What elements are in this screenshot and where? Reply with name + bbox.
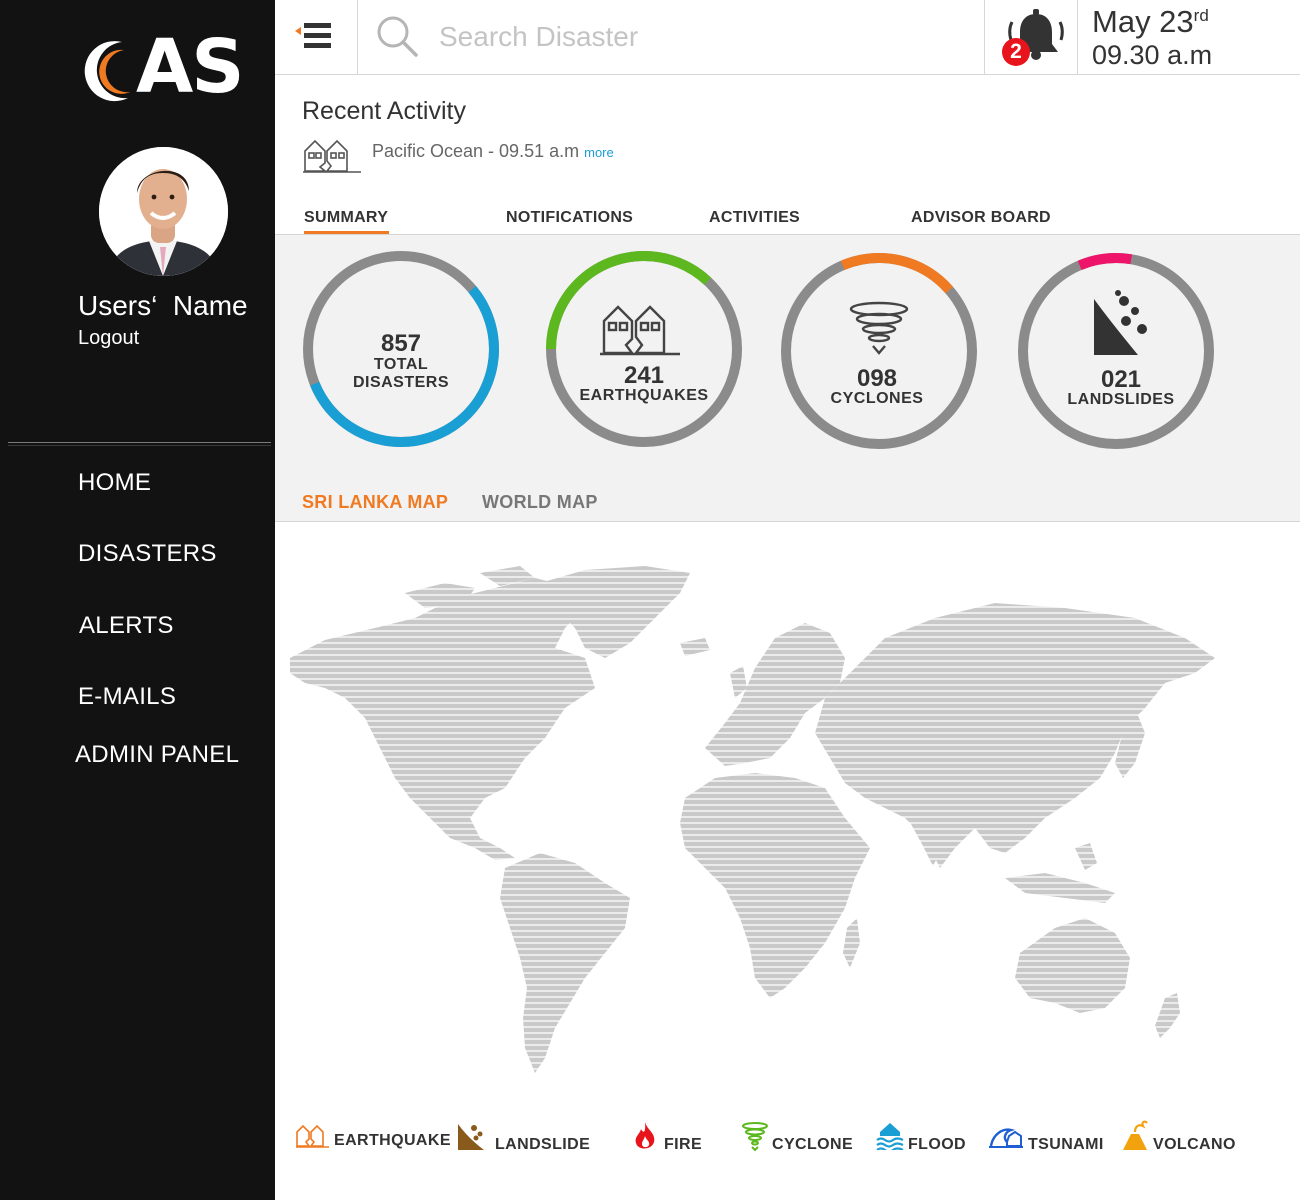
africa-landmass <box>680 773 870 998</box>
south-america-landmass <box>500 853 630 1073</box>
nav-item-alerts[interactable]: ALERTS <box>79 612 174 640</box>
earthquakes-ring[interactable] <box>542 247 746 451</box>
tab-activities[interactable]: ACTIVITIES <box>709 209 800 227</box>
nav-item-emails[interactable]: E-MAILS <box>78 683 176 711</box>
earthquakes-label: EARTHQUAKES <box>579 387 709 404</box>
cyclones-ring[interactable] <box>777 249 981 453</box>
legend-volcano-label: VOLCANO <box>1153 1136 1236 1153</box>
greenland-landmass <box>540 566 690 658</box>
active-tab-indicator <box>304 231 389 234</box>
logout-link[interactable]: Logout <box>78 327 139 350</box>
iceland-landmass <box>680 638 710 656</box>
volcano-icon <box>1123 1120 1148 1150</box>
legend-fire-label: FIRE <box>664 1136 703 1153</box>
notification-count-badge: 2 <box>1002 38 1030 66</box>
recent-activity-item: Pacific Ocean - 09.51 a.m more <box>372 141 614 162</box>
new-zealand-landmass <box>1155 993 1180 1038</box>
bell-icon <box>1008 9 1064 60</box>
earthquake-icon <box>303 139 361 173</box>
legend-cyclone-label: CYCLONE <box>772 1136 854 1153</box>
landslides-label: LANDSLIDES <box>1067 391 1175 408</box>
date-main: May 23 <box>1092 4 1194 39</box>
app-logo[interactable]: AS <box>78 28 248 108</box>
top-bar: 2 May 23rd 09.30 a.m <box>275 0 1300 75</box>
landslides-value: 021 <box>1100 366 1142 393</box>
notifications-button[interactable]: 2 <box>984 0 1078 74</box>
tab-notifications[interactable]: NOTIFICATIONS <box>506 209 633 227</box>
asia-landmass <box>815 603 1215 868</box>
cyclone-icon <box>742 1122 768 1152</box>
legend-landslide[interactable]: LANDSLIDE <box>456 1120 596 1160</box>
tab-sri-lanka-map[interactable]: SRI LANKA MAP <box>302 492 448 513</box>
nav-item-disasters[interactable]: DISASTERS <box>78 540 217 568</box>
landslide-icon <box>458 1124 484 1150</box>
cyclones-value: 098 <box>856 365 898 392</box>
logo-text: AS <box>136 24 245 110</box>
southeast-asia-islands-landmass <box>1005 843 1115 903</box>
legend-flood-label: FLOOD <box>908 1136 966 1153</box>
north-america-landmass <box>290 578 595 860</box>
current-time: 09.30 a.m <box>1092 40 1213 70</box>
legend-tsunami-label: TSUNAMI <box>1028 1136 1104 1153</box>
legend-earthquake[interactable]: EARTHQUAKE <box>296 1120 450 1160</box>
landslide-icon <box>1094 290 1147 355</box>
menu-button[interactable] <box>275 0 358 74</box>
australia-landmass <box>1015 918 1130 1013</box>
earthquake-icon <box>296 1124 329 1148</box>
landslides-ring[interactable] <box>1014 249 1218 453</box>
user-name: Users‘ Name <box>78 290 248 321</box>
legend-cyclone[interactable]: CYCLONE <box>741 1120 861 1160</box>
legend-earthquake-label: EARTHQUAKE <box>334 1132 451 1149</box>
date-suffix: rd <box>1193 6 1209 25</box>
world-map[interactable] <box>285 548 1225 1078</box>
tab-world-map[interactable]: WORLD MAP <box>482 492 598 513</box>
tab-summary[interactable]: SUMMARY <box>304 209 388 227</box>
search-icon[interactable] <box>375 14 419 58</box>
total-disasters-label-1: TOTAL <box>373 356 429 373</box>
earthquakes-value: 241 <box>623 362 665 389</box>
legend-landslide-label: LANDSLIDE <box>495 1136 591 1153</box>
sidebar-divider <box>8 442 271 446</box>
sidebar: AS Users‘ Name Logout HOME DISASTERS ALE… <box>0 0 275 1200</box>
user-photo <box>99 147 228 276</box>
flood-icon <box>876 1123 904 1150</box>
total-disasters-value: 857 <box>380 330 422 357</box>
cyclone-icon <box>849 301 909 355</box>
progress-arc <box>781 253 977 449</box>
legend-volcano[interactable]: VOLCANO <box>1121 1120 1241 1160</box>
legend-fire[interactable]: FIRE <box>632 1120 712 1160</box>
legend-flood[interactable]: FLOOD <box>876 1120 976 1160</box>
current-date: May 23rd <box>1092 4 1209 40</box>
recent-activity-text: Pacific Ocean - 09.51 a.m <box>372 141 580 161</box>
madagascar-landmass <box>843 918 860 968</box>
more-link[interactable]: more <box>584 145 614 160</box>
earthquake-icon <box>600 305 680 356</box>
avatar[interactable] <box>99 147 228 276</box>
legend-tsunami[interactable]: TSUNAMI <box>989 1120 1109 1160</box>
cyclones-label: CYCLONES <box>830 390 924 407</box>
nav-item-home[interactable]: HOME <box>78 469 151 497</box>
fire-icon <box>635 1122 655 1149</box>
recent-activity-title: Recent Activity <box>302 97 466 125</box>
nav-item-admin-panel[interactable]: ADMIN PANEL <box>75 741 239 769</box>
hamburger-menu-icon <box>295 23 331 48</box>
tsunami-icon <box>989 1128 1023 1148</box>
total-disasters-label-2: DISASTERS <box>352 374 450 391</box>
search-input[interactable] <box>437 14 961 60</box>
tab-advisor-board[interactable]: ADVISOR BOARD <box>911 209 1051 227</box>
